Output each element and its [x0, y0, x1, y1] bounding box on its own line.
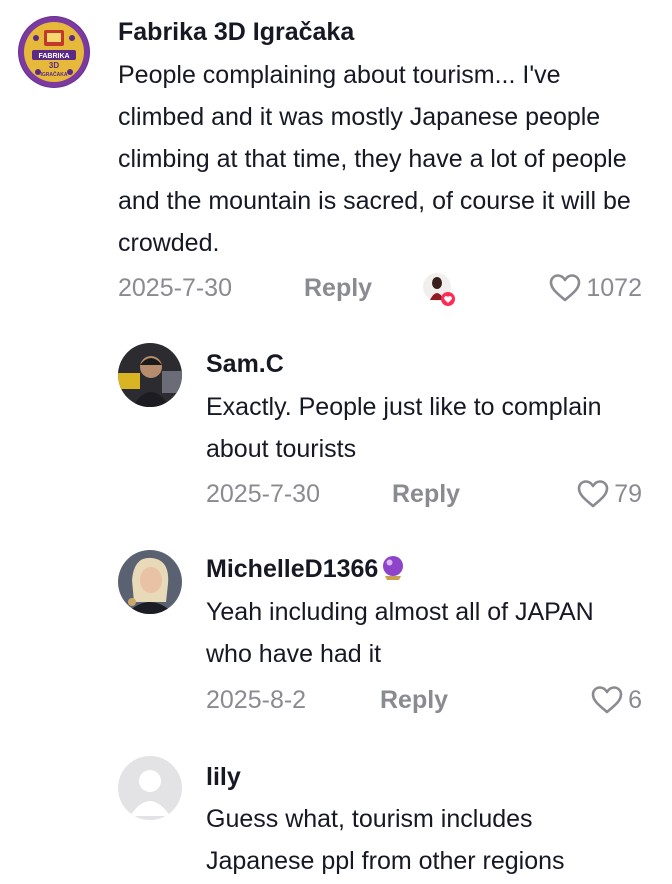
reply-button[interactable]: Reply [304, 273, 372, 303]
comment-username[interactable]: Fabrika 3D Igračaka [118, 17, 354, 47]
svg-text:3D: 3D [49, 61, 59, 70]
heart-icon [550, 274, 581, 302]
comment-date: 2025-7-30 [118, 274, 232, 302]
avatar[interactable] [118, 756, 182, 820]
reply-button[interactable]: Reply [380, 685, 448, 715]
like-count: 6 [628, 686, 642, 714]
reply-date: 2025-7-30 [206, 480, 320, 508]
like-button[interactable]: 6 [590, 685, 642, 715]
avatar[interactable]: FABRIKA 3D IGRAČAKA [18, 16, 90, 88]
creator-liked-badge [421, 272, 457, 308]
reply-text: Guess what, tourism includes Japanese pp… [206, 805, 565, 875]
reply-item: MichelleD1366 Yeah including almost all … [0, 540, 672, 750]
like-count: 79 [614, 480, 642, 508]
reply-date: 2025-8-2 [206, 686, 307, 714]
user-photo-icon [118, 550, 182, 614]
user-photo-icon [118, 343, 182, 407]
comment-item: FABRIKA 3D IGRAČAKA Fabrika 3D Igračaka … [0, 0, 672, 330]
reply-button[interactable]: Reply [392, 479, 460, 509]
default-avatar-icon [118, 756, 182, 820]
reply-item: lily Guess what, tourism includes Japane… [0, 750, 672, 884]
reply-username[interactable]: MichelleD1366 [206, 554, 406, 588]
reply-text: Exactly. People just like to complain ab… [206, 393, 602, 463]
crystal-ball-icon [380, 555, 406, 588]
reply-item: Sam.C Exactly. People just like to compl… [0, 330, 672, 540]
like-count: 1072 [586, 274, 642, 302]
avatar[interactable] [118, 343, 182, 407]
heart-icon [577, 480, 609, 508]
comment-text: People complaining about tourism... I've… [118, 61, 631, 257]
reply-username[interactable]: lily [206, 762, 241, 792]
fabrika-logo-icon: FABRIKA 3D IGRAČAKA [19, 17, 89, 87]
creator-avatar-icon [423, 273, 455, 306]
reply-username[interactable]: Sam.C [206, 349, 284, 379]
svg-text:FABRIKA: FABRIKA [38, 53, 69, 60]
heart-icon [591, 686, 623, 714]
like-button[interactable]: 1072 [548, 273, 642, 303]
svg-text:IGRAČAKA: IGRAČAKA [41, 71, 68, 78]
reply-text: Yeah including almost all of JAPAN who h… [206, 598, 594, 668]
avatar[interactable] [118, 550, 182, 614]
like-button[interactable]: 79 [576, 479, 642, 509]
